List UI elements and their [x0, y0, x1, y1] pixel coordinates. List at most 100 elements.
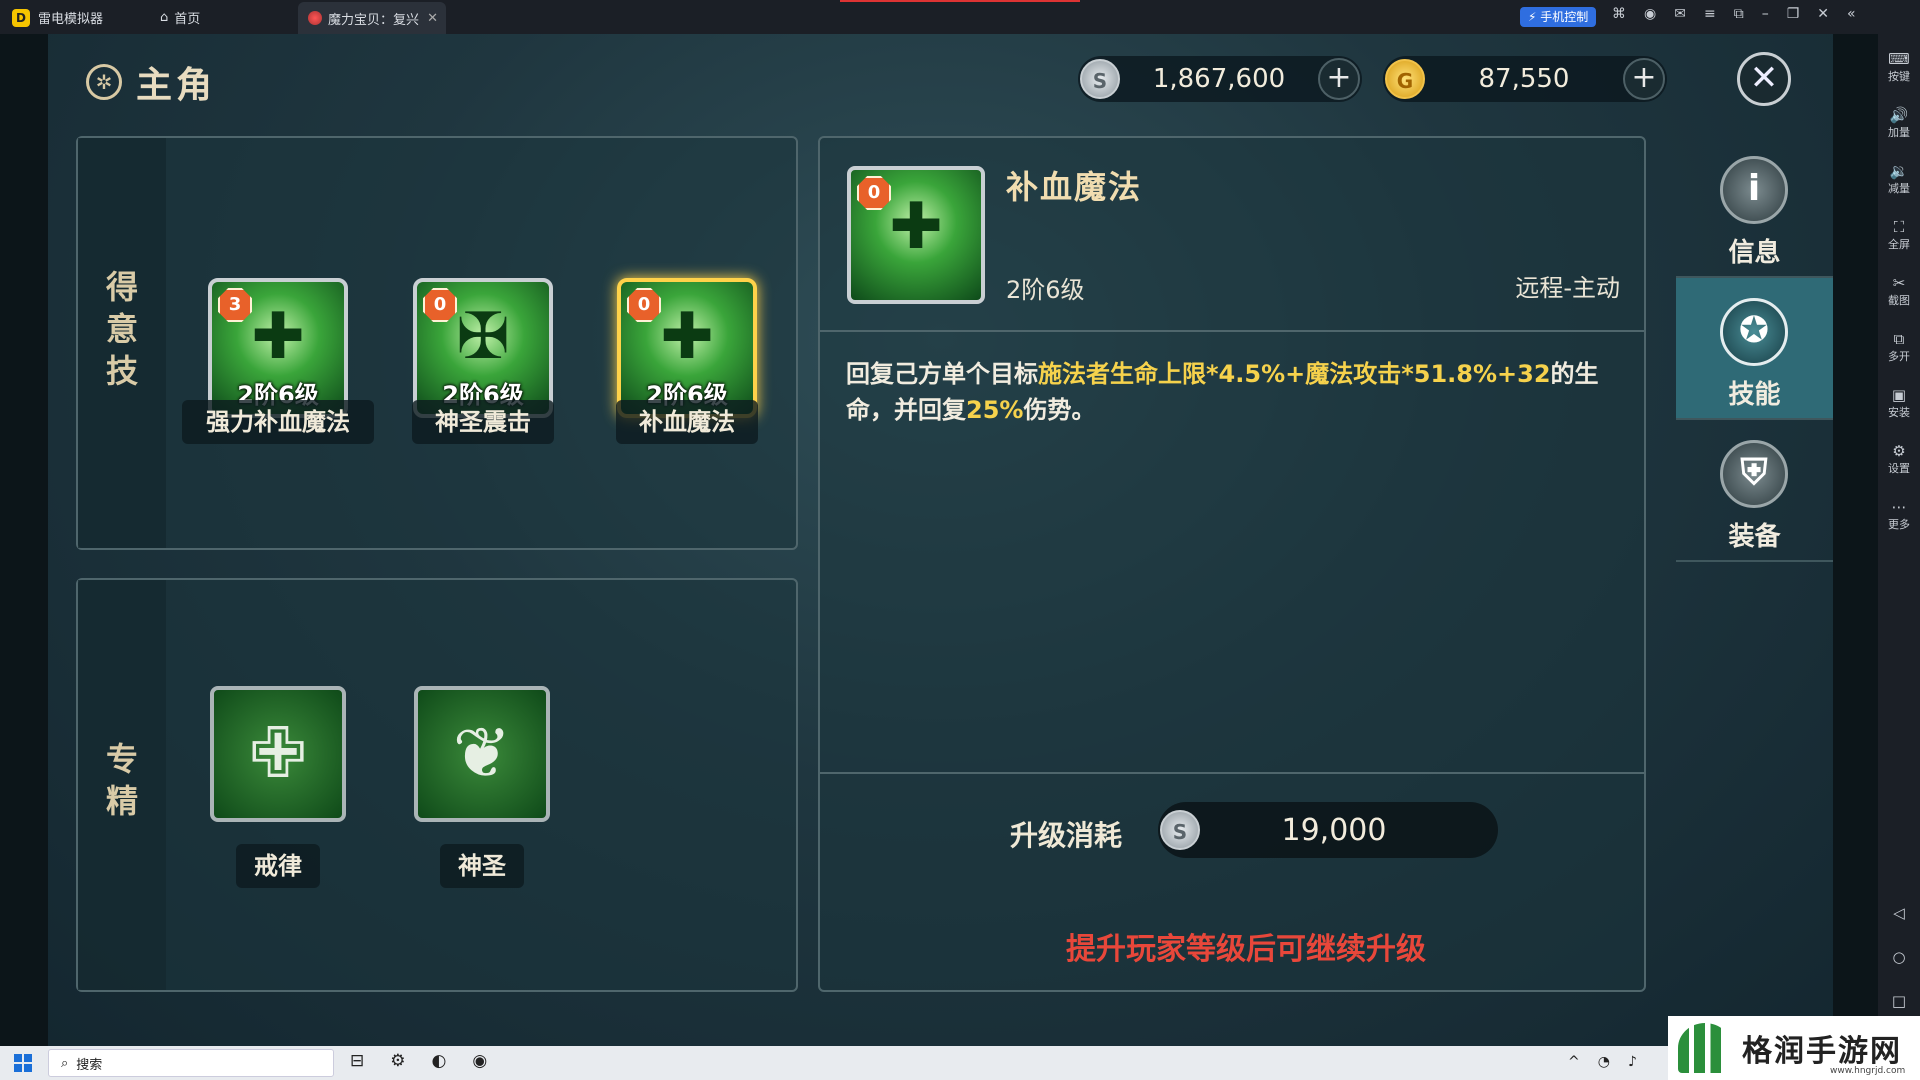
specialty-panel: 专精 ✙ 戒律 ❦ 神圣: [76, 578, 798, 992]
specialty-holy[interactable]: ❦: [414, 686, 550, 822]
user-icon[interactable]: ◉: [1644, 6, 1656, 22]
fullscreen-icon: ⛶: [1893, 218, 1905, 236]
network-icon[interactable]: ◔: [1598, 1054, 1610, 1070]
skill-strong-heal[interactable]: ✚ 3 2阶6级: [208, 278, 348, 418]
skill-name-label: 补血魔法: [616, 400, 758, 444]
emulator-app-name: 雷电模拟器: [38, 12, 104, 27]
upgrade-cost-label: 升级消耗: [1010, 819, 1123, 852]
volume-up-icon: 🔊: [1889, 106, 1909, 124]
toolbar-multi[interactable]: ⧉ 多开: [1878, 330, 1920, 364]
detail-skill-level: 2阶6级: [1006, 276, 1085, 304]
desc-text: 回复己方单个目标: [846, 360, 1038, 388]
divider: [820, 772, 1644, 774]
emulator-logo: D 雷电模拟器: [12, 8, 103, 27]
collapse-sidebar-icon[interactable]: «: [1847, 6, 1856, 22]
skill-heal[interactable]: ✚ 0 2阶6级: [617, 278, 757, 418]
toolbar-install[interactable]: ▣ 安装: [1878, 386, 1920, 420]
watermark-url: www.hngrjd.com: [1830, 1066, 1906, 1076]
gamepad-icon[interactable]: ⌘: [1612, 6, 1626, 22]
gold-currency: G 87,550 +: [1383, 56, 1667, 102]
tab-equipment[interactable]: ⛨ 装备: [1676, 420, 1833, 562]
toolbar-volume-up[interactable]: 🔊 加量: [1878, 106, 1920, 140]
scissors-icon: ✂: [1892, 274, 1906, 292]
emulator-toolbar: ⌨ 按键 🔊 加量 🔉 减量 ⛶ 全屏 ✂ 截图 ⧉ 多开 ▣ 安装 ⚙ 设置 ⋯ 更多 ◁ ○ …: [1878, 34, 1920, 1046]
recents-square-icon: □: [1891, 992, 1907, 1010]
skill-name-label: 强力补血魔法: [182, 400, 374, 444]
android-back-button[interactable]: ◁: [1878, 904, 1920, 922]
toolbar-volume-down[interactable]: 🔉 减量: [1878, 162, 1920, 196]
add-silver-button[interactable]: +: [1318, 58, 1360, 100]
window-pin-icon[interactable]: ⧉: [1734, 6, 1744, 22]
silver-coin-icon: S: [1080, 59, 1120, 99]
search-icon: ⌕: [61, 1055, 69, 1071]
toolbar-label: 按键: [1888, 70, 1910, 83]
specialty-rail: 专精: [78, 580, 166, 990]
menu-icon[interactable]: ≡: [1704, 6, 1716, 22]
emulator-titlebar: D 雷电模拟器 ⌂ 首页 魔力宝贝：复兴 ✕ ⚡ 手机控制 ⌘ ◉ ✉ ≡ ⧉ …: [0, 0, 1920, 34]
close-window-icon[interactable]: ✕: [1817, 6, 1829, 22]
home-circle-icon: ○: [1892, 948, 1906, 966]
tab-game[interactable]: 魔力宝贝：复兴 ✕: [298, 2, 446, 34]
mail-icon[interactable]: ✉: [1674, 6, 1686, 22]
desc-highlight: 施法者生命上限*4.5%+魔法攻击*51.8%+32: [1038, 360, 1551, 388]
site-watermark: 格润手游网 www.hngrjd.com: [1668, 1016, 1920, 1080]
skill-badge: 0: [423, 288, 457, 322]
watermark-text: 格润手游网: [1742, 1034, 1902, 1069]
silver-currency: S 1,867,600 +: [1078, 56, 1362, 102]
windows-taskbar: ⌕ 搜索 ⊟ ⚙ ◐ ◉ ^ ◔ ♪: [0, 1046, 1920, 1080]
tab-home[interactable]: ⌂ 首页: [160, 0, 200, 34]
tab-skills[interactable]: ✪ 技能: [1676, 278, 1833, 420]
cloak-cross-icon: ✙: [248, 712, 308, 794]
taskbar-search[interactable]: ⌕ 搜索: [48, 1049, 334, 1077]
android-home-button[interactable]: ○: [1878, 948, 1920, 966]
phone-control-label: 手机控制: [1540, 10, 1589, 24]
character-emblem-icon: ✲: [86, 64, 122, 100]
specialty-name-label: 神圣: [440, 844, 524, 888]
android-recents-button[interactable]: □: [1878, 992, 1920, 1010]
game-taskbar-icon[interactable]: ◉: [472, 1051, 487, 1071]
add-gold-button[interactable]: +: [1623, 58, 1665, 100]
game-icon: [308, 11, 322, 25]
apk-icon: ▣: [1891, 386, 1907, 404]
armor-icon: ⛨: [1720, 440, 1788, 508]
ldplayer-taskbar-icon[interactable]: ◐: [432, 1051, 447, 1071]
toolbar-screenshot[interactable]: ✂ 截图: [1878, 274, 1920, 308]
task-view-icon[interactable]: ⊟: [350, 1051, 364, 1071]
toolbar-fullscreen[interactable]: ⛶ 全屏: [1878, 218, 1920, 252]
silver-coin-icon: S: [1160, 810, 1200, 850]
speaker-icon[interactable]: ♪: [1628, 1054, 1637, 1070]
specialty-discipline[interactable]: ✙: [210, 686, 346, 822]
desc-text: 伤势。: [1023, 396, 1096, 424]
ldplayer-icon: D: [12, 8, 30, 27]
tab-info[interactable]: i 信息: [1676, 136, 1833, 278]
detail-skill-name: 补血魔法: [1006, 168, 1143, 206]
skill-description: 回复己方单个目标施法者生命上限*4.5%+魔法攻击*51.8%+32的生命，并回…: [846, 356, 1646, 428]
upgrade-cost-amount: 19,000: [1281, 812, 1387, 848]
settings-icon[interactable]: ⚙: [390, 1051, 405, 1071]
phone-control-button[interactable]: ⚡ 手机控制: [1520, 7, 1597, 27]
skill-orb-icon: ✪: [1720, 298, 1788, 366]
home-icon: ⌂: [160, 9, 169, 25]
favorite-skills-rail: 得意技: [78, 138, 166, 548]
page-title: ✲ 主角: [86, 56, 216, 108]
tab-info-label: 信息: [1728, 238, 1781, 268]
close-button[interactable]: ✕: [1737, 52, 1791, 106]
restore-icon[interactable]: ❐: [1787, 6, 1800, 22]
toolbar-settings[interactable]: ⚙ 设置: [1878, 442, 1920, 476]
toolbar-label: 更多: [1888, 518, 1910, 531]
upgrade-cost-box: S 19,000: [1158, 802, 1498, 858]
tray-expand-icon[interactable]: ^: [1568, 1054, 1580, 1070]
minimize-icon[interactable]: –: [1762, 6, 1769, 22]
skill-holy-shock[interactable]: ✠ 0 2阶6级: [413, 278, 553, 418]
toolbar-label: 全屏: [1888, 238, 1910, 251]
skill-badge: 3: [218, 288, 252, 322]
back-triangle-icon: ◁: [1893, 904, 1905, 922]
toolbar-keymap[interactable]: ⌨ 按键: [1878, 50, 1920, 84]
search-placeholder: 搜索: [76, 1057, 103, 1073]
windows-start-icon[interactable]: [14, 1054, 32, 1072]
toolbar-label: 多开: [1888, 350, 1910, 363]
more-icon: ⋯: [1891, 498, 1907, 516]
gold-coin-icon: G: [1385, 59, 1425, 99]
close-tab-icon[interactable]: ✕: [427, 11, 438, 26]
toolbar-more[interactable]: ⋯ 更多: [1878, 498, 1920, 532]
